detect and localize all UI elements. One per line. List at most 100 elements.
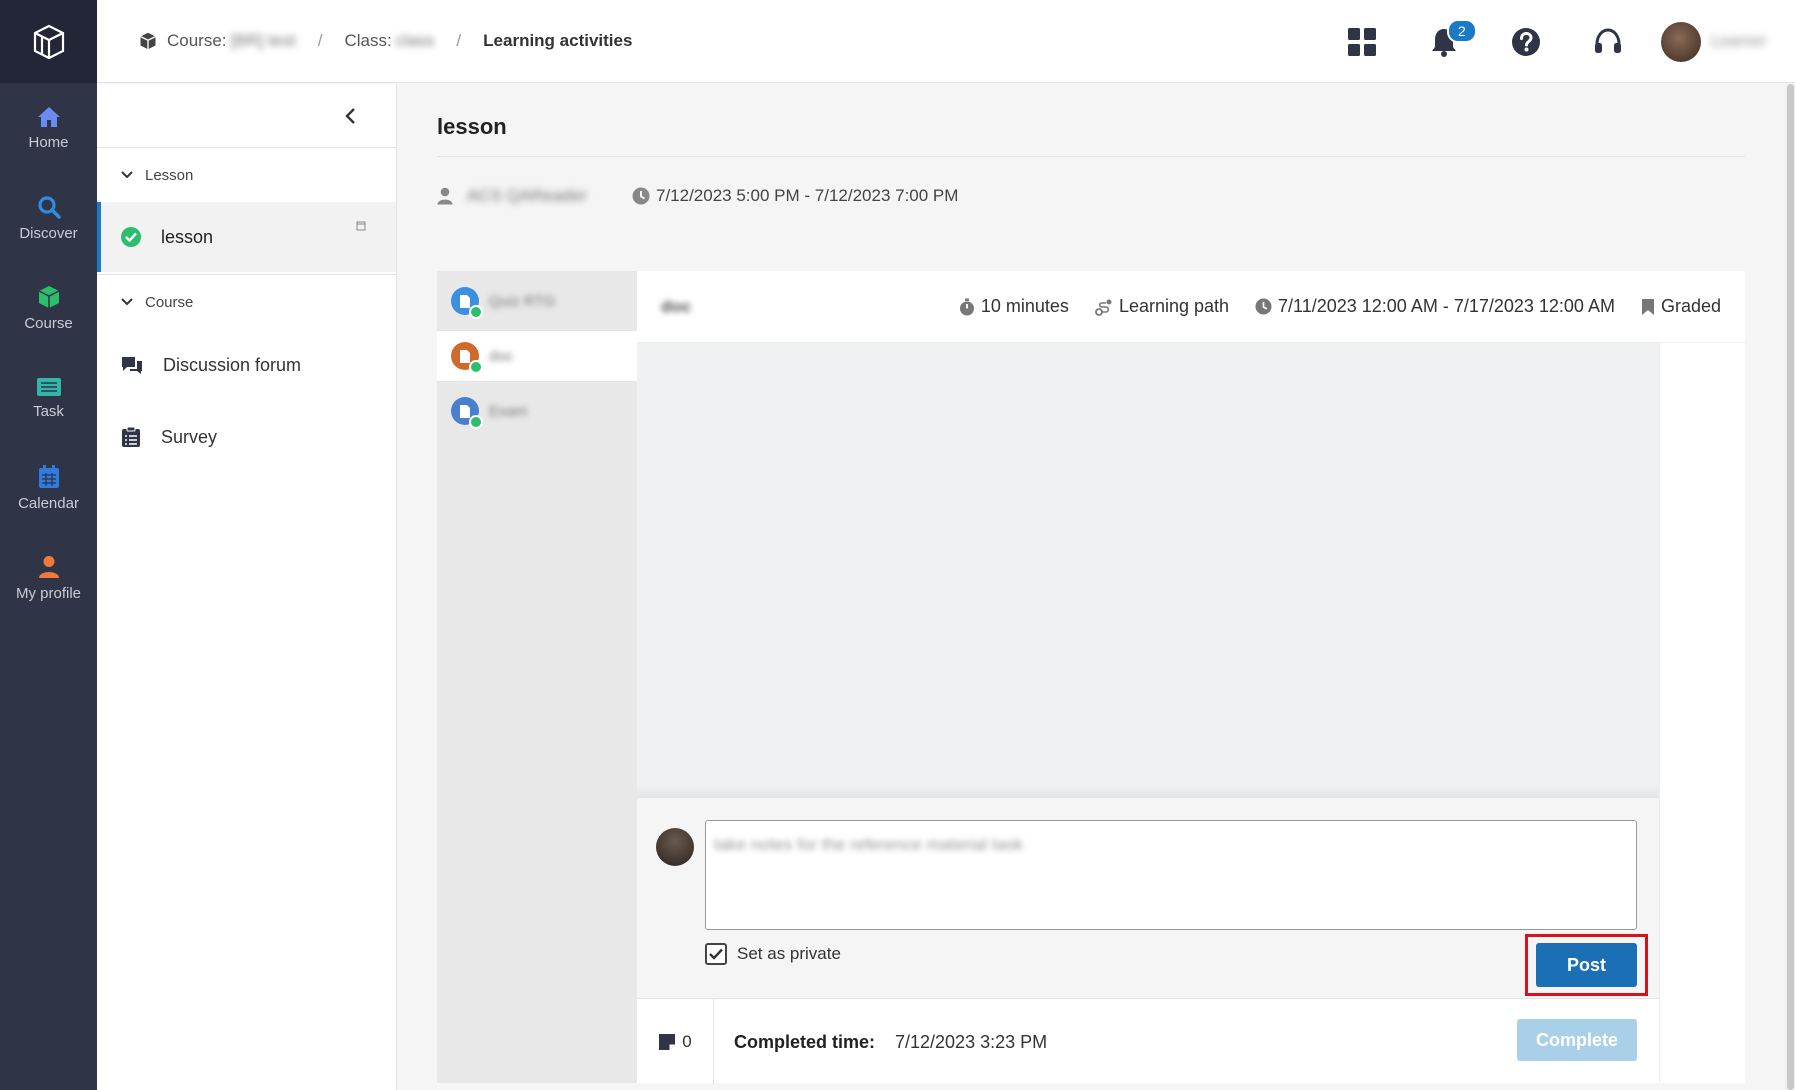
- apps-button[interactable]: [1321, 0, 1403, 83]
- set-private-label: Set as private: [737, 944, 841, 963]
- user-name: Learner: [1711, 32, 1767, 50]
- note-composer: Set as private Post: [637, 798, 1659, 998]
- nav-task-label: Task: [33, 402, 64, 420]
- sidebar-header: [97, 84, 396, 148]
- section-course[interactable]: Course: [97, 275, 396, 329]
- activity-card: Quiz RTG doc Exam doc 10 minutes Learnin…: [437, 271, 1745, 1084]
- logo-icon: [33, 24, 64, 59]
- clipboard-icon: [122, 426, 140, 447]
- activity-duration-text: 10 minutes: [980, 296, 1069, 316]
- notes-count[interactable]: 0: [637, 999, 714, 1084]
- breadcrumb-course[interactable]: Course: [BR] test: [139, 31, 296, 51]
- collapse-sidebar-icon[interactable]: [344, 107, 358, 125]
- activity-grading-text: Graded: [1660, 296, 1721, 316]
- activity-grading: Graded: [1641, 296, 1721, 317]
- clock-icon: [632, 187, 650, 205]
- sidebar-item-discussion-forum-label: Discussion forum: [163, 354, 302, 375]
- user-menu[interactable]: Learner: [1661, 21, 1781, 62]
- activity-tab[interactable]: Exam: [437, 381, 637, 441]
- avatar: [656, 828, 694, 866]
- breadcrumb-separator: /: [456, 31, 462, 50]
- breadcrumb-separator: /: [317, 31, 323, 50]
- section-course-label: Course: [145, 293, 194, 311]
- activity-tab-label: doc: [489, 347, 514, 365]
- nav-profile-label: My profile: [15, 584, 82, 602]
- activity-header: doc 10 minutes Learning path 7/11/2023 1…: [637, 271, 1745, 343]
- top-bar: Course: [BR] test / Class: class / Learn…: [97, 0, 1795, 83]
- post-button[interactable]: Post: [1536, 943, 1637, 987]
- grid-icon: [1348, 27, 1376, 56]
- nav-calendar-label: Calendar: [18, 494, 79, 512]
- notes-count-value: 0: [682, 1031, 692, 1051]
- support-button[interactable]: [1567, 0, 1649, 83]
- nav-discover-label: Discover: [19, 224, 78, 242]
- breadcrumb-class[interactable]: Class: class: [344, 31, 434, 51]
- breadcrumb-course-value: [BR] test: [230, 31, 296, 50]
- activity-title: doc: [661, 296, 692, 316]
- nav-home[interactable]: Home: [0, 83, 97, 173]
- completed-time-label: Completed time:: [734, 1032, 876, 1052]
- user-icon: [437, 187, 453, 205]
- calendar-icon: [38, 464, 59, 488]
- notification-badge: 2: [1447, 19, 1477, 43]
- set-private-checkbox[interactable]: Set as private: [705, 943, 841, 965]
- breadcrumb-current: Learning activities: [483, 31, 633, 50]
- nav-task[interactable]: Task: [0, 353, 97, 443]
- lesson-meta: ACS QAReader 7/12/2023 5:00 PM - 7/12/20…: [437, 183, 1745, 209]
- top-actions: 2 Learner: [1321, 0, 1795, 83]
- completed-check-icon: [469, 415, 483, 429]
- headset-icon: [1595, 27, 1621, 53]
- document-icon: [451, 342, 483, 374]
- home-icon: [37, 106, 60, 127]
- viewer-side-strip: [1659, 343, 1745, 1083]
- activity-window: 7/11/2023 12:00 AM - 7/17/2023 12:00 AM: [1255, 296, 1615, 317]
- cube-icon: [140, 32, 156, 50]
- sidebar-item-lesson[interactable]: lesson: [97, 202, 396, 272]
- post-button-highlight: Post: [1525, 934, 1648, 996]
- clock-icon: [1255, 298, 1272, 315]
- help-button[interactable]: [1485, 0, 1567, 83]
- section-lesson[interactable]: Lesson: [97, 148, 396, 202]
- page-scrollbar[interactable]: [1785, 84, 1795, 1090]
- section-lesson-label: Lesson: [145, 166, 194, 184]
- avatar: [1661, 21, 1701, 62]
- help-icon: [1512, 27, 1540, 56]
- sidebar-item-survey-label: Survey: [161, 426, 218, 447]
- activity-type-text: Learning path: [1118, 296, 1230, 316]
- activity-footer: 0 Completed time: 7/12/2023 3:23 PM Comp…: [637, 998, 1659, 1084]
- search-icon: [37, 195, 61, 219]
- nav-course-label: Course: [24, 314, 73, 332]
- complete-button[interactable]: Complete: [1517, 1019, 1637, 1061]
- breadcrumb: Course: [BR] test / Class: class / Learn…: [139, 31, 632, 51]
- activity-tab-label: Quiz RTG: [489, 292, 556, 310]
- breadcrumb-class-label: Class:: [344, 31, 392, 50]
- main-content: lesson ACS QAReader 7/12/2023 5:00 PM - …: [437, 84, 1745, 1084]
- completed-time-value: 7/12/2023 3:23 PM: [895, 1032, 1048, 1052]
- note-input[interactable]: [705, 820, 1637, 930]
- divider: [437, 156, 1745, 157]
- app-logo[interactable]: [0, 0, 97, 83]
- activity-tab-active[interactable]: doc: [437, 331, 637, 381]
- activity-tab-label: Exam: [489, 402, 528, 420]
- activity-tab[interactable]: Quiz RTG: [437, 271, 637, 331]
- nav-calendar[interactable]: Calendar: [0, 443, 97, 533]
- scrollbar-thumb[interactable]: [1787, 84, 1794, 1090]
- activity-type: Learning path: [1095, 296, 1229, 317]
- sidebar-item-survey[interactable]: Survey: [97, 401, 396, 473]
- activity-tabs: Quiz RTG doc Exam: [437, 271, 637, 1083]
- completed-check-icon: [121, 227, 141, 247]
- completed-check-icon: [469, 360, 483, 374]
- nav-discover[interactable]: Discover: [0, 173, 97, 263]
- checkbox-checked-icon[interactable]: [705, 943, 727, 965]
- nav-profile[interactable]: My profile: [0, 533, 97, 623]
- activity-duration: 10 minutes: [959, 296, 1069, 317]
- cube-icon: [38, 285, 59, 308]
- document-icon: [451, 287, 483, 319]
- forum-icon: [122, 357, 142, 374]
- notifications-button[interactable]: 2: [1403, 0, 1485, 83]
- sidebar-item-discussion-forum[interactable]: Discussion forum: [97, 329, 396, 401]
- activity-content: doc 10 minutes Learning path 7/11/2023 1…: [637, 271, 1745, 1084]
- stopwatch-icon: [959, 298, 974, 315]
- document-viewer[interactable]: [637, 343, 1659, 798]
- nav-course[interactable]: Course: [0, 263, 97, 353]
